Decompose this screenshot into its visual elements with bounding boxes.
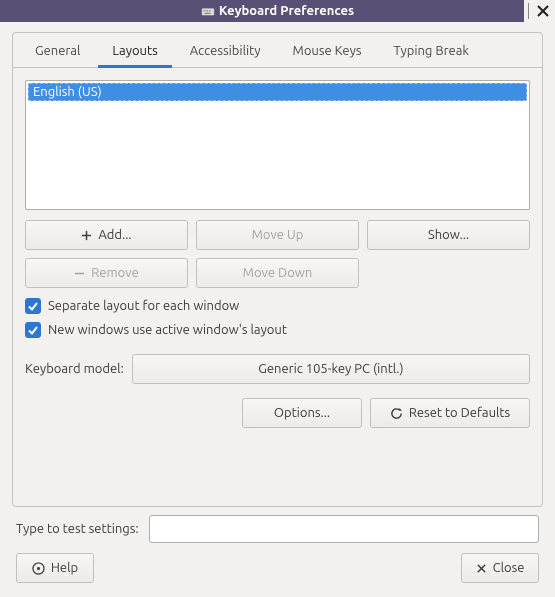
grid-spacer	[367, 258, 530, 288]
options-button[interactable]: Options...	[242, 398, 362, 428]
layouts-list[interactable]: English (US)	[25, 80, 530, 210]
move-up-label: Move Up	[252, 228, 304, 242]
refresh-icon	[390, 407, 403, 420]
help-button-label: Help	[51, 561, 78, 575]
layout-row-selected[interactable]: English (US)	[28, 83, 527, 101]
plus-icon	[81, 230, 92, 241]
tab-general[interactable]: General	[21, 34, 94, 68]
show-button[interactable]: Show...	[367, 220, 530, 250]
layout-row-label: English (US)	[33, 85, 102, 99]
move-down-label: Move Down	[243, 266, 313, 280]
move-down-button[interactable]: Move Down	[196, 258, 359, 288]
options-button-label: Options...	[274, 406, 330, 420]
type-to-test-input[interactable]	[149, 515, 539, 543]
remove-button-label: Remove	[91, 266, 139, 280]
separate-layout-checkbox[interactable]	[25, 298, 41, 314]
action-bar: Help Close	[16, 553, 539, 583]
reset-defaults-button[interactable]: Reset to Defaults	[370, 398, 530, 428]
type-to-test-label: Type to test settings:	[16, 522, 139, 536]
tab-typing-break[interactable]: Typing Break	[379, 34, 483, 68]
show-button-label: Show...	[428, 228, 469, 242]
new-windows-checkbox-row[interactable]: New windows use active window's layout	[25, 322, 530, 338]
separate-layout-label: Separate layout for each window	[48, 299, 239, 313]
move-up-button[interactable]: Move Up	[196, 220, 359, 250]
close-button[interactable]: Close	[461, 553, 539, 583]
minus-icon	[74, 268, 85, 279]
keyboard-model-value: Generic 105-key PC (intl.)	[258, 362, 403, 376]
window-title: Keyboard Preferences	[219, 4, 354, 18]
new-windows-checkbox[interactable]	[25, 322, 41, 338]
check-icon	[27, 324, 39, 336]
window-body: General Layouts Accessibility Mouse Keys…	[0, 22, 555, 597]
keyboard-model-label: Keyboard model:	[25, 362, 124, 376]
close-icon	[537, 5, 549, 17]
close-button-label: Close	[493, 561, 525, 575]
tab-layouts[interactable]: Layouts	[98, 34, 171, 68]
notebook: General Layouts Accessibility Mouse Keys…	[12, 32, 543, 507]
tab-bar: General Layouts Accessibility Mouse Keys…	[13, 33, 542, 68]
new-windows-label: New windows use active window's layout	[48, 323, 287, 337]
tab-content-layouts: English (US) Add... Move Up Show...	[13, 68, 542, 506]
remove-button[interactable]: Remove	[25, 258, 188, 288]
separate-layout-checkbox-row[interactable]: Separate layout for each window	[25, 298, 530, 314]
keyboard-model-row: Keyboard model: Generic 105-key PC (intl…	[25, 354, 530, 384]
add-button-label: Add...	[98, 228, 131, 242]
keyboard-app-icon	[201, 4, 215, 18]
titlebar: Keyboard Preferences	[0, 0, 555, 22]
layout-buttons-grid: Add... Move Up Show... Remove Move Down	[25, 220, 530, 288]
options-reset-row: Options... Reset to Defaults	[25, 398, 530, 428]
tab-mouse-keys[interactable]: Mouse Keys	[279, 34, 376, 68]
type-to-test-row: Type to test settings:	[16, 515, 539, 543]
help-button[interactable]: Help	[16, 553, 94, 583]
check-icon	[27, 300, 39, 312]
reset-defaults-label: Reset to Defaults	[409, 406, 510, 420]
titlebar-separator	[528, 3, 529, 19]
tab-accessibility[interactable]: Accessibility	[176, 34, 275, 68]
add-button[interactable]: Add...	[25, 220, 188, 250]
window-close-button[interactable]	[535, 3, 551, 19]
close-x-icon	[476, 563, 487, 574]
keyboard-model-button[interactable]: Generic 105-key PC (intl.)	[132, 354, 530, 384]
help-icon	[32, 562, 45, 575]
